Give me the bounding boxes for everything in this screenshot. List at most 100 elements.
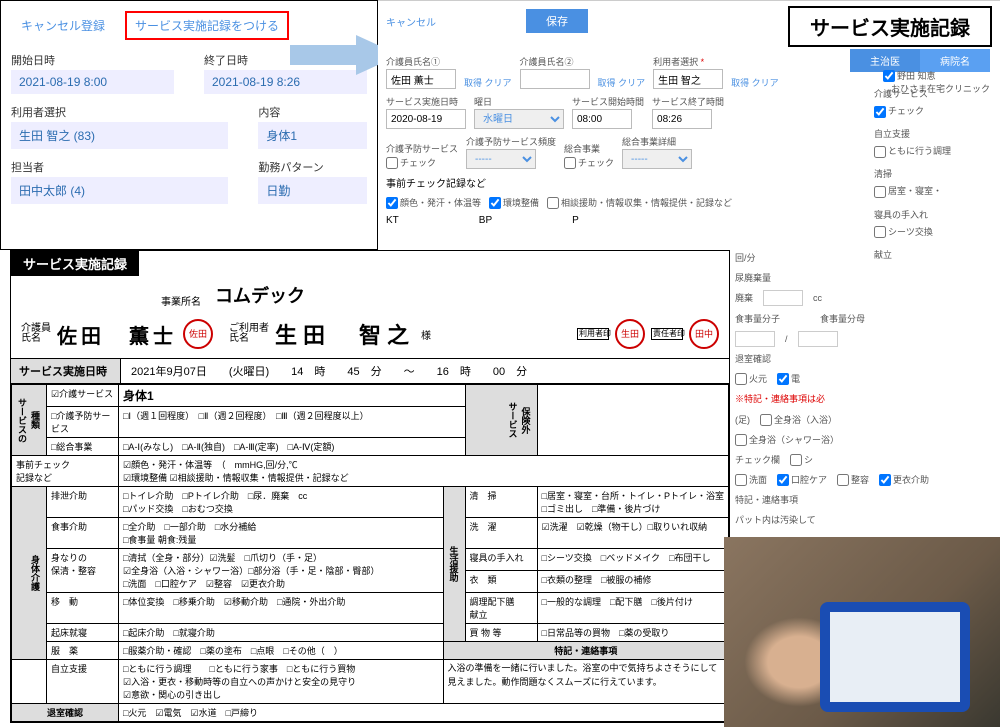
minari-val: □清拭（全身・部分）☑洗髪 □爪切り（手・足） ☑全身浴（入浴・シャワー浴）□部… [119, 549, 444, 593]
start-label: 開始日時 [11, 52, 174, 68]
seal-user-box: 利用者印 [577, 328, 609, 341]
page-title-banner: サービス実施記録 [788, 6, 992, 47]
pattern-label: 勤務パターン [258, 159, 367, 175]
get-link-1[interactable]: 取得 [464, 78, 482, 88]
staff-value[interactable]: 田中太郎 (4) [11, 177, 228, 204]
svc-date-input[interactable] [386, 109, 466, 129]
zenshin-check[interactable]: 全身浴（入浴） [760, 412, 837, 428]
paper-title: サービス実施記録 [11, 251, 139, 276]
svc-start-input[interactable] [572, 109, 632, 129]
staff-name: 佐田 薫士 [57, 320, 177, 349]
user-select-value[interactable]: 生田 智之 (83) [11, 122, 228, 149]
form-cancel-button[interactable]: キャンセル [386, 14, 436, 29]
dow-label: 曜日 [474, 95, 564, 108]
sogo-det-select[interactable]: ----- [622, 149, 692, 169]
ido-val: □体位変換 □移乗介助 ☑移動介助 □通院・外出介助 [119, 593, 444, 624]
cancel-register-button[interactable]: キャンセル登録 [11, 11, 115, 40]
ashi-label: (足) [735, 412, 750, 428]
shokuji-lbl: 食事介助 [47, 518, 119, 549]
tablet-icon [820, 602, 970, 712]
sengan-check[interactable]: 洗面 [735, 472, 767, 488]
get-link-2[interactable]: 取得 [598, 78, 616, 88]
koku-check[interactable]: 口腔ケア [777, 472, 827, 488]
pattern-value[interactable]: 日勤 [258, 177, 367, 204]
sentaku-lbl: 洗 濯 [465, 518, 537, 549]
taishitsu-label: 退室確認 [735, 351, 771, 367]
user-name: 生田 智之 [275, 318, 415, 350]
care-svc-check[interactable]: チェック [874, 103, 994, 120]
chori-lbl: 調理配下膳 献立 [465, 593, 537, 624]
prev-freq-select[interactable]: ----- [466, 149, 536, 169]
kaifun-label: 回/分 [735, 250, 756, 266]
kisho-lbl: 起床就寝 [47, 624, 119, 642]
tokki-label: 特記・連絡事項 [735, 492, 798, 508]
service-record-button[interactable]: サービス実施記録をつける [125, 11, 289, 40]
jigyo-name: コムデック [215, 282, 305, 308]
tomo-check[interactable]: ともに行う調理 [874, 143, 994, 160]
seiyo-check[interactable]: 整容 [837, 472, 869, 488]
den-check[interactable]: 電 [777, 371, 800, 387]
ido-lbl: 移 動 [47, 593, 119, 624]
precheck-cell-lbl: 事前チェック 記録など [12, 456, 119, 487]
paper-form: サービス実施記録 事業所名 コムデック 介護員 氏名 佐田 薫士 佐田 ご利用者… [10, 250, 730, 723]
pad-text: パット内は汚染して [735, 512, 996, 528]
name2-label: 介護員氏名② [520, 55, 590, 68]
chk-env[interactable]: 環境整備 [489, 196, 539, 209]
start-value[interactable]: 2021-08-19 8:00 [11, 70, 174, 94]
chk-face[interactable]: 顔色・発汗・体温等 [386, 196, 481, 209]
name1-input[interactable] [386, 69, 456, 89]
koui-check[interactable]: 更衣介助 [879, 472, 929, 488]
bunbo-input[interactable] [798, 331, 838, 347]
clear-link-2[interactable]: クリア [618, 78, 645, 88]
sogo-cell: □総合事業 [47, 438, 119, 456]
tokki-hd: 特記・連絡事項 [443, 642, 728, 660]
kyoshitsu-check[interactable]: 居室・寝室・ [874, 183, 994, 200]
mid-fields: 回/分 尿廃棄量 廃棄cc 食事量分子食事量分母 / 退室確認 火元 電 ※特記… [735, 250, 996, 577]
bp-label: BP [479, 215, 492, 226]
body1-cell: 身体1 [119, 385, 466, 407]
clear-link-1[interactable]: クリア [485, 78, 512, 88]
fukuyaku-lbl: 服 薬 [47, 642, 119, 660]
kaimono-lbl: 買 物 等 [465, 624, 537, 642]
shi-check[interactable]: シ [790, 452, 813, 468]
yobo-cell: □介護予防サービス [47, 407, 119, 438]
staff-label: 担当者 [11, 159, 228, 175]
souji-lbl: 清 掃 [465, 487, 537, 518]
svc-date-label: サービス実施日時 [386, 95, 466, 108]
svc-end-input[interactable] [652, 109, 712, 129]
precheck-label: 事前チェック記録など [386, 179, 486, 190]
user-select-label: 利用者選択 [11, 104, 228, 120]
bunbo-label: 食事量分母 [820, 311, 865, 327]
shingu-label: 寝具の手入れ [874, 207, 994, 224]
kaigo-cell: ☑介護サービス [47, 385, 119, 407]
user-input[interactable] [653, 69, 723, 89]
chk-consult[interactable]: 相談援助・情報収集・情報提供・記録など [547, 196, 732, 209]
bunshi-label: 食事量分子 [735, 311, 780, 327]
clear-link-3[interactable]: クリア [752, 78, 779, 88]
svc-date-val: 2021年9月07日 (火曜日) 14 時 45 分 ～ 16 時 00 分 [121, 359, 729, 383]
name2-input[interactable] [520, 69, 590, 89]
svc-end-label: サービス終了時間 [652, 95, 724, 108]
sogo-check[interactable]: チェック [564, 156, 614, 169]
bunshi-input[interactable] [735, 331, 775, 347]
shokuji-val: □全介助 □一部介助 □水分補給 □食事量 朝食:残量 [119, 518, 444, 549]
dow-select[interactable]: 水曜日 [474, 109, 564, 129]
tokki-val: 入浴の準備を一緒に行いました。浴室の中で気持ちよさそうにして見えました。動作問題… [443, 660, 728, 704]
ryou-input[interactable] [763, 290, 803, 306]
nyou-label: 尿廃棄量 [735, 270, 771, 286]
end-value[interactable]: 2021-08-19 8:26 [204, 70, 367, 94]
hi-check[interactable]: 火元 [735, 371, 767, 387]
shower-check[interactable]: 全身浴（シャワー浴） [735, 432, 839, 448]
content-value[interactable]: 身体1 [258, 122, 367, 149]
content-label: 内容 [258, 104, 367, 120]
precheck-cell-val: ☑顔色・発汗・体温等 （ mmHG,回/分,℃ ☑環境整備 ☑相談援助・情報収集… [119, 456, 729, 487]
tablet-photo [724, 537, 1000, 727]
prev-svc-check[interactable]: チェック [386, 156, 458, 169]
get-link-3[interactable]: 取得 [731, 78, 749, 88]
sheet-check[interactable]: シーツ交換 [874, 224, 994, 241]
prev-svc-label: 介護予防サービス [386, 142, 458, 155]
user-name-label: ご利用者 氏名 [229, 324, 269, 344]
body-care-hd: 身体介護 [12, 487, 47, 660]
save-button[interactable]: 保存 [526, 9, 588, 33]
doctor-check[interactable]: 野田 知恵 [883, 69, 990, 82]
